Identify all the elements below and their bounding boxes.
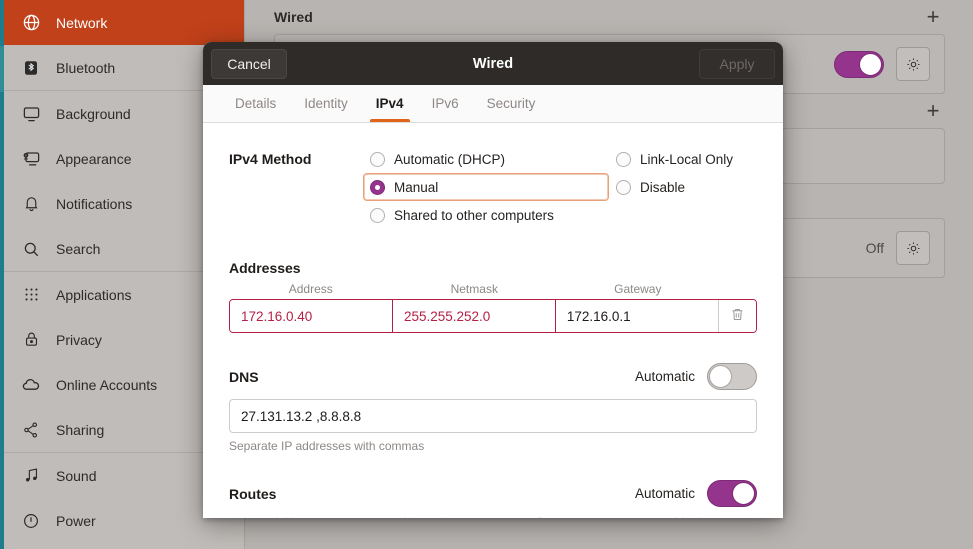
ipv4-method-column-left: Automatic (DHCP) Manual Shared to other … — [363, 145, 609, 229]
routes-automatic-control: Automatic — [635, 480, 757, 507]
sidebar-item-label: Background — [56, 105, 131, 122]
ipv4-method-row: IPv4 Method Automatic (DHCP) Manual Shar… — [229, 145, 757, 229]
bluetooth-icon — [20, 57, 42, 79]
radio-indicator — [370, 207, 385, 223]
tab-identity[interactable]: Identity — [290, 85, 362, 122]
sidebar-item-label: Network — [56, 14, 108, 31]
gateway-input[interactable]: 172.16.0.1 — [555, 300, 719, 332]
tab-details[interactable]: Details — [221, 85, 290, 122]
column-header-route-netmask: Netmask — [361, 515, 493, 518]
background-icon — [20, 103, 42, 125]
tab-ipv6[interactable]: IPv6 — [418, 85, 473, 122]
addresses-heading: Addresses — [229, 260, 301, 276]
sidebar-item-label: Sharing — [56, 421, 105, 438]
radio-link-local-only[interactable]: Link-Local Only — [609, 145, 740, 173]
radio-automatic-dhcp[interactable]: Automatic (DHCP) — [363, 145, 609, 173]
sidebar-item-label: Appearance — [56, 150, 132, 167]
dns-servers-input[interactable]: 27.131.13.2 ,8.8.8.8 — [229, 399, 757, 433]
appearance-icon — [20, 148, 42, 170]
radio-label: Automatic (DHCP) — [394, 151, 506, 167]
radio-indicator — [370, 179, 385, 195]
sidebar-item-label: Search — [56, 240, 101, 257]
add-wired-button[interactable]: + — [921, 6, 945, 28]
radio-label: Manual — [394, 179, 439, 195]
cancel-button[interactable]: Cancel — [211, 48, 287, 79]
radio-label: Disable — [640, 179, 686, 195]
routes-column-headers: Address Netmask Gateway Metric — [229, 515, 757, 518]
toggle-knob — [859, 52, 882, 76]
column-header-gateway: Gateway — [614, 282, 662, 296]
netmask-input[interactable]: 255.255.252.0 — [392, 300, 556, 332]
third-status-label: Off — [865, 240, 884, 256]
add-second-button[interactable]: + — [921, 100, 945, 122]
address-row: 172.16.0.40 255.255.252.0 172.16.0.1 — [229, 299, 757, 333]
sidebar-item-label: Bluetooth — [56, 59, 116, 76]
routes-header-row: Routes Automatic — [229, 480, 757, 507]
radio-label: Shared to other computers — [394, 207, 554, 223]
sidebar-item-label: Online Accounts — [56, 376, 158, 393]
dns-header-row: DNS Automatic — [229, 363, 757, 390]
music-note-icon — [20, 465, 42, 487]
cloud-icon — [20, 374, 42, 396]
search-icon — [20, 238, 42, 260]
routes-heading: Routes — [229, 485, 277, 502]
dialog-titlebar: Cancel Wired Apply — [203, 42, 783, 85]
apply-button[interactable]: Apply — [699, 48, 775, 79]
third-settings-gear-button[interactable] — [896, 231, 930, 265]
wired-settings-gear-button[interactable] — [896, 47, 930, 81]
radio-indicator — [616, 179, 631, 195]
radio-label: Link-Local Only — [640, 151, 734, 167]
column-header-address: Address — [288, 282, 333, 296]
radio-disable[interactable]: Disable — [609, 173, 740, 201]
tab-security[interactable]: Security — [473, 85, 550, 122]
column-header-route-gateway: Gateway — [493, 515, 625, 518]
delete-address-button[interactable] — [718, 300, 756, 332]
dns-hint-text: Separate IP addresses with commas — [229, 439, 425, 453]
network-icon — [20, 12, 42, 34]
applications-icon — [20, 284, 42, 306]
sidebar-item-network[interactable]: Network — [4, 0, 244, 45]
radio-indicator — [616, 151, 631, 167]
trash-icon — [730, 307, 745, 325]
dns-automatic-toggle[interactable] — [707, 363, 757, 390]
lock-icon — [20, 329, 42, 351]
ipv4-method-label: IPv4 Method — [229, 151, 312, 167]
window-left-edge — [0, 0, 4, 549]
dialog-title: Wired — [472, 55, 514, 72]
sidebar-item-label: Applications — [56, 286, 132, 303]
ipv4-method-options: Automatic (DHCP) Manual Shared to other … — [363, 145, 757, 229]
toggle-knob — [709, 365, 732, 388]
dns-automatic-label: Automatic — [634, 369, 695, 384]
toggle-knob — [732, 482, 755, 505]
wired-heading: Wired — [274, 9, 313, 25]
radio-shared-to-other-computers[interactable]: Shared to other computers — [363, 201, 609, 229]
screen-root: Network Bluetooth Background Appearance … — [0, 0, 973, 549]
routes-automatic-label: Automatic — [634, 486, 695, 501]
address-input[interactable]: 172.16.0.40 — [230, 300, 393, 332]
ipv4-method-column-right: Link-Local Only Disable — [609, 145, 740, 229]
addresses-column-headers: Address Netmask Gateway — [229, 282, 757, 296]
wired-section-header: Wired + — [274, 0, 945, 34]
sidebar-item-label: Power — [56, 512, 96, 529]
radio-indicator — [370, 151, 385, 167]
radio-manual[interactable]: Manual — [363, 173, 609, 201]
column-header-netmask: Netmask — [450, 282, 498, 296]
dns-automatic-control: Automatic — [635, 363, 757, 390]
dialog-body: IPv4 Method Automatic (DHCP) Manual Shar… — [203, 123, 783, 518]
wired-connection-toggle[interactable] — [834, 50, 884, 78]
column-header-route-metric: Metric — [625, 515, 757, 518]
tab-ipv4[interactable]: IPv4 — [362, 85, 418, 122]
wired-connection-dialog: Cancel Wired Apply Details Identity IPv4… — [203, 42, 783, 518]
sidebar-item-label: Privacy — [56, 331, 102, 348]
share-icon — [20, 419, 42, 441]
routes-automatic-toggle[interactable] — [707, 480, 757, 507]
power-icon — [20, 510, 42, 532]
sidebar-item-label: Notifications — [56, 195, 133, 212]
column-header-route-address: Address — [229, 515, 361, 518]
dns-heading: DNS — [229, 368, 259, 385]
sidebar-item-label: Sound — [56, 467, 97, 484]
dialog-tabbar: Details Identity IPv4 IPv6 Security — [203, 85, 783, 123]
bell-icon — [20, 193, 42, 215]
